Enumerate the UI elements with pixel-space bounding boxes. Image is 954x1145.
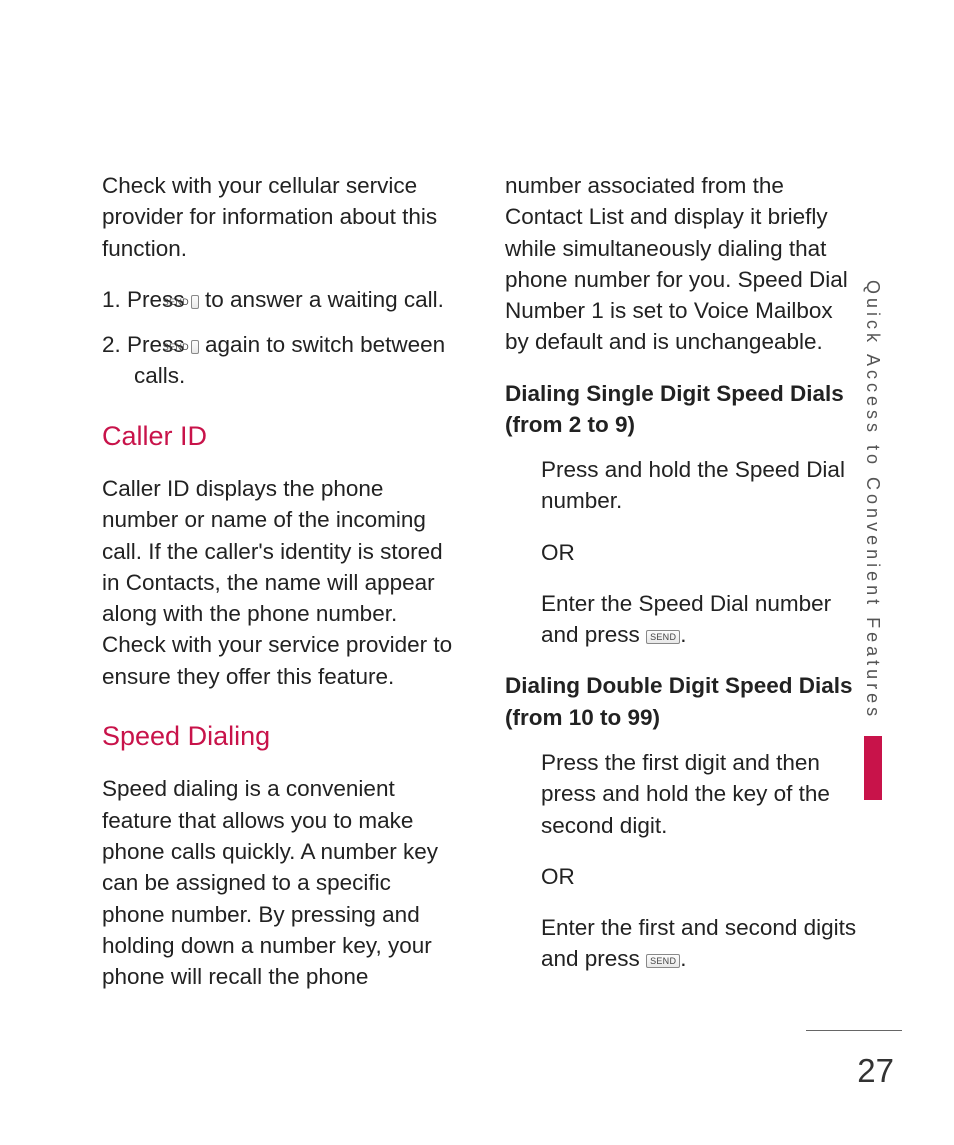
- step-2: 2. Press SEND again to switch between ca…: [134, 329, 459, 392]
- or-text: OR: [505, 537, 862, 568]
- send-key-icon: SEND: [191, 340, 199, 354]
- section-color-bar: [864, 736, 882, 800]
- step-1: 1. Press SEND to answer a waiting call.: [134, 284, 459, 315]
- content-columns: Check with your cellular service provide…: [102, 170, 862, 1012]
- double-step-2-pre: Enter the first and second digits and pr…: [541, 915, 856, 971]
- single-digit-step-1: Press and hold the Speed Dial number.: [505, 454, 862, 517]
- double-digit-step-2: Enter the first and second digits and pr…: [505, 912, 862, 975]
- right-column: number associated from the Contact List …: [505, 170, 862, 1012]
- send-key-icon: SEND: [646, 630, 680, 644]
- left-column: Check with your cellular service provide…: [102, 170, 459, 1012]
- double-step-2-post: .: [680, 946, 686, 971]
- manual-page: Check with your cellular service provide…: [0, 0, 954, 1145]
- or-text-2: OR: [505, 861, 862, 892]
- double-digit-step-1: Press the first digit and then press and…: [505, 747, 862, 841]
- step-1-post: to answer a waiting call.: [199, 287, 444, 312]
- section-side-tab: Quick Access to Convenient Features: [862, 280, 884, 800]
- single-digit-heading: Dialing Single Digit Speed Dials (from 2…: [505, 378, 862, 441]
- call-waiting-steps: 1. Press SEND to answer a waiting call. …: [102, 284, 459, 392]
- page-footer-rule: [806, 1030, 902, 1031]
- send-key-icon: SEND: [191, 295, 199, 309]
- send-key-icon: SEND: [646, 954, 680, 968]
- caller-id-heading: Caller ID: [102, 418, 459, 456]
- speed-dialing-continued: number associated from the Contact List …: [505, 170, 862, 358]
- intro-paragraph: Check with your cellular service provide…: [102, 170, 459, 264]
- page-number: 27: [857, 1052, 894, 1090]
- section-label: Quick Access to Convenient Features: [862, 280, 883, 720]
- speed-dialing-body: Speed dialing is a convenient feature th…: [102, 773, 459, 992]
- speed-dialing-heading: Speed Dialing: [102, 718, 459, 756]
- single-digit-step-2: Enter the Speed Dial number and press SE…: [505, 588, 862, 651]
- single-step-2-post: .: [680, 622, 686, 647]
- double-digit-heading: Dialing Double Digit Speed Dials (from 1…: [505, 670, 862, 733]
- caller-id-body: Caller ID displays the phone number or n…: [102, 473, 459, 692]
